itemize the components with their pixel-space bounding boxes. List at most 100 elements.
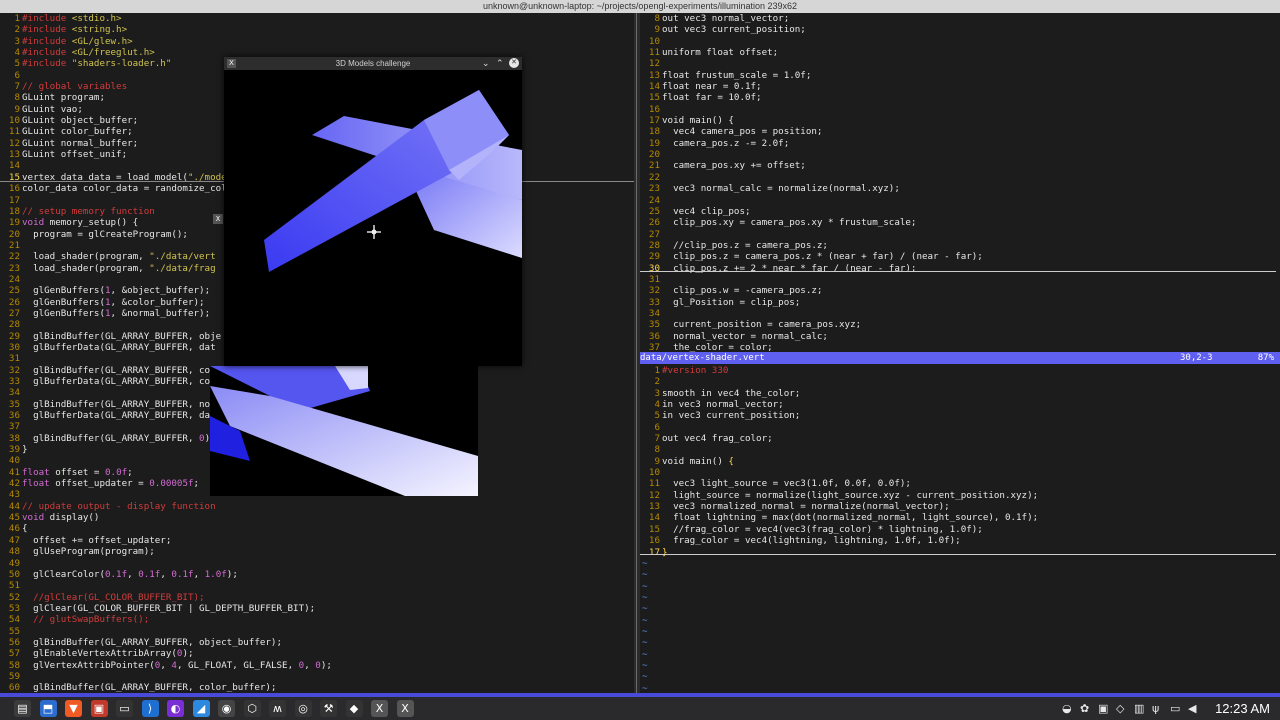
battery-icon[interactable]: ▭	[1170, 701, 1180, 716]
code-line[interactable]: 25 vec4 clip_pos;	[640, 206, 1280, 217]
opengl-window[interactable]: X 3D Models challenge ⌄ ⌃ ✕	[224, 57, 522, 366]
code-line[interactable]: 28 //clip_pos.z = camera_pos.z;	[640, 240, 1280, 251]
code-line[interactable]: 13 float frustum_scale = 1.0f;	[640, 70, 1280, 81]
code-line[interactable]: 17 void main() {	[640, 115, 1280, 126]
code-line[interactable]: 30 clip_pos.z += 2 * near * far / (near …	[640, 263, 1280, 274]
code-line[interactable]: 16 frag_color = vec4(lightning, lightnin…	[640, 535, 1280, 546]
colorful-app-icon[interactable]: ✿	[1080, 701, 1089, 716]
obs-icon[interactable]: ◉	[218, 700, 235, 717]
code-line[interactable]: 7 out vec4 frag_color;	[640, 433, 1280, 444]
code-line[interactable]: 2	[640, 376, 1280, 387]
code-line[interactable]: 32 clip_pos.w = -camera_pos.z;	[640, 285, 1280, 296]
code-line[interactable]: 55	[0, 626, 634, 637]
code-line[interactable]: 53 glClear(GL_COLOR_BUFFER_BIT | GL_DEPT…	[0, 603, 634, 614]
code-line[interactable]: 15 //frag_color = vec4(vec3(frag_color) …	[640, 524, 1280, 535]
code-line[interactable]: 18 vec4 camera_pos = position;	[640, 126, 1280, 137]
code-line[interactable]: 57 glEnableVertexAttribArray(0);	[0, 648, 634, 659]
code-line[interactable]: 34	[640, 308, 1280, 319]
code-line[interactable]: 5 in vec3 current_position;	[640, 410, 1280, 421]
opengl-render-canvas[interactable]	[224, 70, 522, 366]
code-line[interactable]: 16	[640, 104, 1280, 115]
brave-icon[interactable]: ▼	[65, 700, 82, 717]
code-line[interactable]: 48 glUseProgram(program);	[0, 546, 634, 557]
w-app-icon[interactable]: ʍ	[269, 700, 286, 717]
code-line[interactable]: 3 #include <GL/glew.h>	[0, 36, 634, 47]
code-line[interactable]: 23 vec3 normal_calc = normalize(normal.x…	[640, 183, 1280, 194]
volume-icon[interactable]: ◀	[1188, 701, 1196, 716]
x-app-icon-1[interactable]: X	[371, 700, 388, 717]
x-window-icon[interactable]: X	[213, 214, 223, 224]
code-line[interactable]: 33 gl_Position = clip_pos;	[640, 297, 1280, 308]
code-line[interactable]: 36 normal_vector = normal_calc;	[640, 331, 1280, 342]
code-line[interactable]: 58 glVertexAttribPointer(0, 4, GL_FLOAT,…	[0, 660, 634, 671]
files-icon[interactable]: ⬒	[39, 700, 57, 717]
code-line[interactable]: 6	[640, 422, 1280, 433]
code-line[interactable]: 49	[0, 558, 634, 569]
code-line[interactable]: 50 glClearColor(0.1f, 0.1f, 0.1f, 1.0f);	[0, 569, 634, 580]
code-line[interactable]: 26 clip_pos.xy = camera_pos.xy * frustum…	[640, 217, 1280, 228]
code-line[interactable]: 51	[0, 580, 634, 591]
close-icon[interactable]: ✕	[509, 58, 519, 68]
code-line[interactable]: 11 vec3 light_source = vec3(1.0f, 0.0f, …	[640, 478, 1280, 489]
chromium-icon[interactable]: ◎	[294, 700, 312, 717]
code-line[interactable]: 60 glBindBuffer(GL_ARRAY_BUFFER, color_b…	[0, 682, 634, 693]
network-icon[interactable]: ◇	[1116, 701, 1124, 716]
code-line[interactable]: 14 float near = 0.1f;	[640, 81, 1280, 92]
code-line[interactable]: 8 out vec3 normal_vector;	[640, 13, 1280, 24]
box-app-icon[interactable]: ⬡	[243, 700, 261, 717]
x-app-icon-2[interactable]: X	[396, 700, 414, 717]
code-line[interactable]: 24	[640, 195, 1280, 206]
code-line[interactable]: 46{	[0, 523, 634, 534]
code-line[interactable]: 14 float lightning = max(dot(normalized_…	[640, 512, 1280, 523]
minimize-icon[interactable]: ⌄	[482, 57, 490, 70]
blue-app-icon[interactable]: ◢	[192, 700, 210, 717]
menu-icon[interactable]: ▤	[14, 700, 31, 717]
code-line[interactable]: 10	[640, 467, 1280, 478]
vscode-icon[interactable]: ⟩	[141, 700, 159, 717]
code-line[interactable]: 22	[640, 172, 1280, 183]
terminal-icon[interactable]: ▭	[116, 700, 133, 717]
code-line[interactable]: 19 camera_pos.z -= 2.0f;	[640, 138, 1280, 149]
code-line[interactable]: 1 #include <stdio.h>	[0, 13, 634, 24]
recorder-icon[interactable]: ▣	[1098, 701, 1108, 716]
blender-icon[interactable]: ◆	[345, 700, 363, 717]
maximize-icon[interactable]: ⌃	[496, 57, 504, 70]
code-line[interactable]: 11 uniform float offset;	[640, 47, 1280, 58]
code-line[interactable]: 27	[640, 229, 1280, 240]
code-line[interactable]: 9 void main() {	[640, 456, 1280, 467]
code-line[interactable]: 3 smooth in vec4 the_color;	[640, 388, 1280, 399]
editor-pane-fragment-shader[interactable]: 1 #version 330 2 3 smooth in vec4 the_color;…	[640, 365, 1280, 693]
code-line[interactable]: 45 void display()	[0, 512, 634, 523]
code-line[interactable]: 31	[640, 274, 1280, 285]
code-line[interactable]: 59	[0, 671, 634, 682]
purple-app-icon[interactable]: ◐	[167, 700, 184, 717]
code-line[interactable]: 21 camera_pos.xy += offset;	[640, 160, 1280, 171]
code-line[interactable]: 12 light_source = normalize(light_source…	[640, 490, 1280, 501]
taskbar-clock[interactable]: 12:23 AM	[1215, 700, 1270, 717]
code-line[interactable]: 56 glBindBuffer(GL_ARRAY_BUFFER, object_…	[0, 637, 634, 648]
code-line[interactable]: 35 current_position = camera_pos.xyz;	[640, 319, 1280, 330]
code-line[interactable]: 13 vec3 normalized_normal = normalize(no…	[640, 501, 1280, 512]
code-line[interactable]: 1 #version 330	[640, 365, 1280, 376]
code-line[interactable]: 4 in vec3 normal_vector;	[640, 399, 1280, 410]
code-line[interactable]: 44// update output - display function	[0, 501, 634, 512]
usb-icon[interactable]: ψ	[1152, 701, 1159, 716]
tools-icon[interactable]: ⚒	[320, 700, 337, 717]
discord-icon[interactable]: ◒	[1062, 701, 1072, 716]
code-line[interactable]: 12	[640, 58, 1280, 69]
code-line[interactable]: 9 out vec3 current_position;	[640, 24, 1280, 35]
code-line[interactable]: 54 // glutSwapBuffers();	[0, 614, 634, 625]
opengl-window-titlebar[interactable]: X 3D Models challenge ⌄ ⌃ ✕	[224, 57, 522, 70]
code-line[interactable]: 10	[640, 36, 1280, 47]
security-icon[interactable]: ▥	[1134, 701, 1144, 716]
code-line[interactable]: 37 the_color = color;	[640, 342, 1280, 352]
code-line[interactable]: 2 #include <string.h>	[0, 24, 634, 35]
editor-pane-vertex-shader[interactable]: 8 out vec3 normal_vector; 9 out vec3 curren…	[640, 13, 1280, 352]
code-line[interactable]: 17}	[640, 547, 1280, 558]
code-line[interactable]: 20	[640, 149, 1280, 160]
code-line[interactable]: 29 clip_pos.z = camera_pos.z * (near + f…	[640, 251, 1280, 262]
terminal-red-icon[interactable]: ▣	[90, 700, 108, 717]
code-line[interactable]: 47 offset += offset_updater;	[0, 535, 634, 546]
code-line[interactable]: 15 float far = 10.0f;	[640, 92, 1280, 103]
code-line[interactable]: 52 //glClear(GL_COLOR_BUFFER_BIT);	[0, 592, 634, 603]
